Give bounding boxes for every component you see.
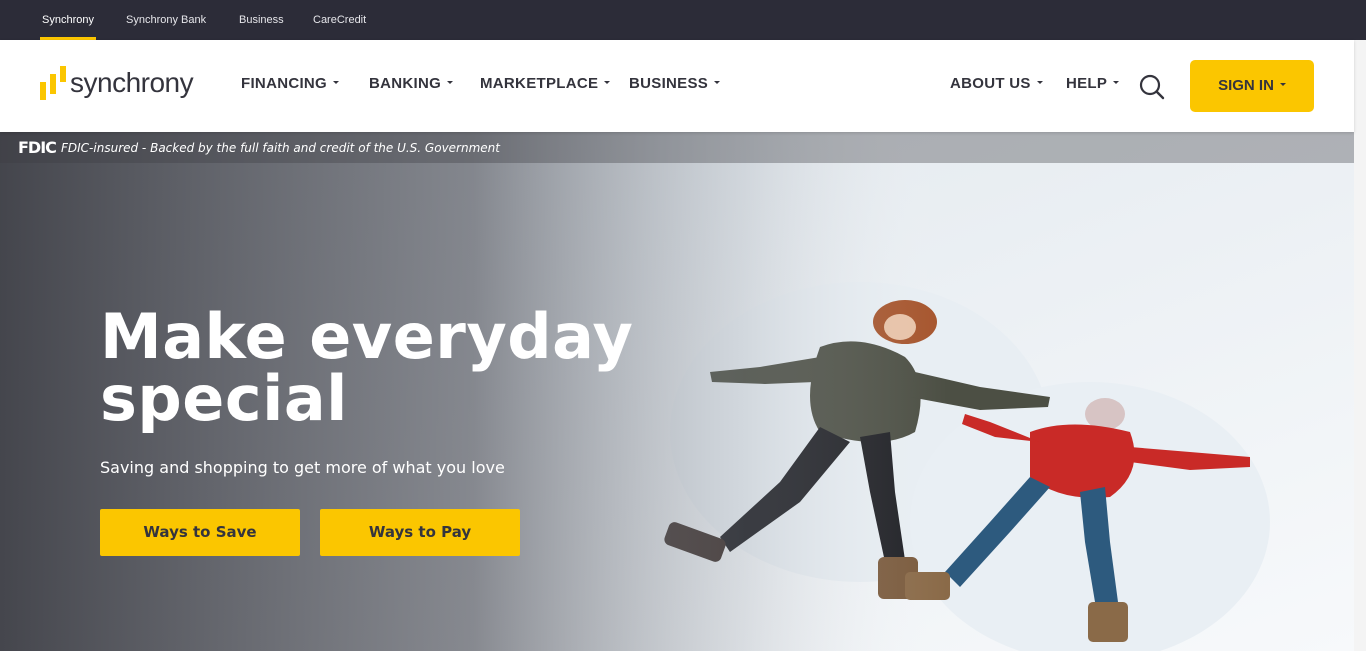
logo-bars-icon [40,66,66,100]
caret-down-icon [1279,82,1286,86]
fdic-logo: FDIC [18,138,57,157]
caret-down-icon [714,80,721,84]
nav-help[interactable]: HELP [1066,40,1120,132]
caret-down-icon [604,80,611,84]
hero-banner: FDIC FDIC-insured - Backed by the full f… [0,132,1354,651]
nav-about-us-label: ABOUT US [950,75,1031,92]
caret-down-icon [1113,80,1120,84]
synchrony-logo[interactable]: synchrony [40,66,210,102]
nav-marketplace[interactable]: MARKETPLACE [480,40,611,132]
main-header: synchrony FINANCING BANKING MARKETPLACE … [0,40,1354,132]
ways-to-pay-button[interactable]: Ways to Pay [320,509,520,556]
caret-down-icon [1036,80,1043,84]
nav-financing-label: FINANCING [241,75,328,92]
fdic-banner: FDIC FDIC-insured - Backed by the full f… [0,132,1354,163]
utility-link-synchrony[interactable]: Synchrony [40,0,96,40]
hero-subtitle: Saving and shopping to get more of what … [100,458,505,477]
nav-business[interactable]: BUSINESS [629,40,721,132]
utility-link-business[interactable]: Business [239,0,284,40]
utility-link-carecredit[interactable]: CareCredit [313,0,366,40]
fdic-text: FDIC-insured - Backed by the full faith … [61,141,500,155]
sign-in-label: SIGN IN [1218,77,1274,94]
nav-marketplace-label: MARKETPLACE [480,75,599,92]
utility-link-synchrony-bank[interactable]: Synchrony Bank [126,0,206,40]
nav-banking[interactable]: BANKING [369,40,454,132]
hero-title: Make everyday special [100,300,634,435]
nav-help-label: HELP [1066,75,1108,92]
page-scrollbar[interactable] [1354,40,1366,651]
nav-banking-label: BANKING [369,75,442,92]
utility-bar: Synchrony Synchrony Bank Business CareCr… [0,0,1366,40]
sign-in-button[interactable]: SIGN IN [1190,60,1314,112]
caret-down-icon [333,80,340,84]
page: Synchrony Synchrony Bank Business CareCr… [0,0,1366,651]
ways-to-save-button[interactable]: Ways to Save [100,509,300,556]
search-button[interactable] [1138,73,1166,101]
caret-down-icon [447,80,454,84]
nav-business-label: BUSINESS [629,75,709,92]
nav-about-us[interactable]: ABOUT US [950,40,1043,132]
nav-financing[interactable]: FINANCING [241,40,340,132]
search-icon [1139,74,1165,100]
logo-wordmark: synchrony [70,67,194,98]
